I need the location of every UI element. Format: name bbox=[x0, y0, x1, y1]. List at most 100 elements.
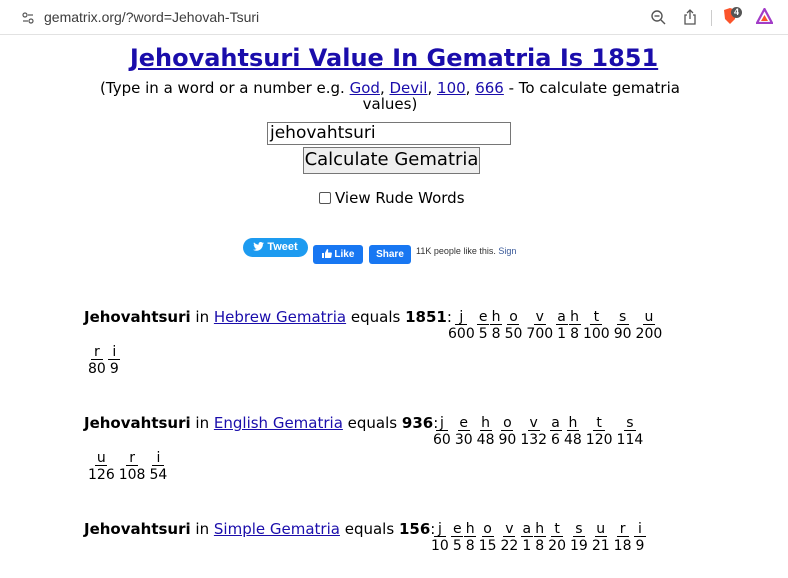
letter: t bbox=[586, 415, 613, 431]
letter: h bbox=[464, 521, 477, 537]
letter-cell: j 10 bbox=[431, 521, 449, 555]
letter-value: 5 bbox=[478, 326, 488, 342]
letter-value-row: j 600 e 5 h 8 o 50 v 700 a 1 h 8 t 100 s 90 u 200 bbox=[448, 309, 666, 343]
result-system-link[interactable]: Hebrew Gematria bbox=[214, 308, 346, 326]
letter-cell: h8 bbox=[490, 309, 503, 343]
subtitle-prefix: (Type in a word or a number e.g. bbox=[100, 79, 350, 97]
letter-value: 8 bbox=[491, 326, 501, 342]
share-icon[interactable] bbox=[683, 9, 697, 30]
letter-value-row: j 60 e 30 h 48 o 90 v 132 a 6 h 48 t 120 s 114 bbox=[433, 415, 647, 449]
letter-cell: o 90 bbox=[498, 415, 516, 449]
page-subtitle: (Type in a word or a number e.g. God, De… bbox=[100, 79, 680, 113]
facebook-like-count: 11K people like this. Sign bbox=[416, 246, 516, 256]
letter-cell: t 100 bbox=[583, 309, 610, 343]
letter-cell: v 700 bbox=[526, 309, 553, 343]
word-input[interactable]: jehovahtsuri bbox=[267, 122, 511, 145]
result-in-text: in bbox=[195, 308, 210, 326]
letter-value: 48 bbox=[476, 432, 495, 448]
rude-words-checkbox[interactable] bbox=[319, 192, 331, 204]
letter: e bbox=[455, 415, 473, 431]
facebook-sign-link[interactable]: Sign bbox=[498, 246, 516, 256]
url-text[interactable]: gematrix.org/?word=Jehovah-Tsuri bbox=[44, 9, 259, 25]
letter-value: 19 bbox=[570, 538, 588, 554]
result-line: Jehovahtsuri in Simple Gematria equals 1… bbox=[84, 520, 435, 538]
result-equals-text: equals bbox=[344, 520, 395, 538]
letter-value: 120 bbox=[585, 432, 613, 448]
letter-cell: h8 bbox=[464, 521, 477, 555]
zoom-icon[interactable] bbox=[650, 9, 666, 30]
letter-value: 30 bbox=[454, 432, 473, 448]
letter-value: 60 bbox=[433, 432, 451, 448]
letter: o bbox=[505, 309, 523, 325]
facebook-cut-text bbox=[416, 258, 536, 262]
letter: j bbox=[431, 521, 449, 537]
letter: a bbox=[520, 521, 533, 537]
letter: i bbox=[633, 521, 646, 537]
rude-words-option[interactable]: View Rude Words bbox=[319, 189, 465, 207]
letter-value: 8 bbox=[465, 538, 475, 554]
letter: u bbox=[636, 309, 663, 325]
letter-cell: s 90 bbox=[614, 309, 632, 343]
letter: v bbox=[526, 309, 553, 325]
letter-cell: h 48 bbox=[477, 415, 495, 449]
letter: h bbox=[490, 309, 503, 325]
example-link-666[interactable]: 666 bbox=[475, 79, 504, 97]
address-bar[interactable]: gematrix.org/?word=Jehovah-Tsuri 4 bbox=[0, 0, 788, 35]
letter-value: 108 bbox=[118, 467, 146, 483]
letter: s bbox=[570, 521, 588, 537]
facebook-like-button[interactable]: Like bbox=[313, 245, 363, 264]
page-title[interactable]: Jehovahtsuri Value In Gematria Is 1851 bbox=[0, 44, 788, 72]
letter-cell: r 80 bbox=[88, 344, 106, 378]
result-word: Jehovahtsuri bbox=[84, 308, 191, 326]
letter-value-row: j 10 e 5 h 8 o 15 v 22 a 1 h 8 t 20 s 19 u 21 r 18 i 9 bbox=[431, 521, 648, 555]
result-total: 936 bbox=[401, 414, 434, 432]
letter: t bbox=[583, 309, 610, 325]
like-label: Like bbox=[334, 249, 355, 260]
letter-value: 114 bbox=[616, 432, 644, 448]
letter-value: 20 bbox=[548, 538, 566, 554]
letter-cell: u 21 bbox=[592, 521, 610, 555]
result-in-text: in bbox=[195, 414, 210, 432]
letter-value: 18 bbox=[613, 538, 632, 554]
letter: u bbox=[88, 450, 115, 466]
letter-value: 10 bbox=[431, 538, 449, 554]
result-line: Jehovahtsuri in Hebrew Gematria equals 1… bbox=[84, 308, 452, 326]
letter-cell: j 600 bbox=[448, 309, 475, 343]
result-in-text: in bbox=[195, 520, 210, 538]
result-system-link[interactable]: English Gematria bbox=[214, 414, 343, 432]
letter: u bbox=[592, 521, 610, 537]
brave-rewards-icon[interactable] bbox=[755, 6, 774, 29]
letter-cell: t 120 bbox=[586, 415, 613, 449]
letter-cell: e5 bbox=[477, 309, 490, 343]
letter: r bbox=[119, 450, 146, 466]
letter-value: 6 bbox=[551, 432, 560, 448]
result-word: Jehovahtsuri bbox=[84, 414, 191, 432]
result-system-link[interactable]: Simple Gematria bbox=[214, 520, 340, 538]
letter-value: 90 bbox=[613, 326, 632, 342]
facebook-share-button[interactable]: Share bbox=[369, 245, 411, 264]
brave-shields-icon[interactable]: 4 bbox=[722, 7, 743, 30]
tweet-button[interactable]: Tweet bbox=[243, 238, 308, 257]
letter: h bbox=[564, 415, 582, 431]
letter-value-row: u 126 r 108 i 54 bbox=[88, 450, 171, 484]
letter-value: 126 bbox=[88, 467, 115, 483]
letter-cell: r 18 bbox=[614, 521, 632, 555]
letter-cell: e 30 bbox=[455, 415, 473, 449]
result-total: 156 bbox=[398, 520, 431, 538]
letter: r bbox=[88, 344, 106, 360]
example-link-100[interactable]: 100 bbox=[437, 79, 466, 97]
letter: h bbox=[568, 309, 581, 325]
letter-cell: j 60 bbox=[433, 415, 451, 449]
result-total: 1851 bbox=[405, 308, 447, 326]
letter-cell: a1 bbox=[520, 521, 533, 555]
letter: e bbox=[451, 521, 464, 537]
letter-value: 90 bbox=[498, 432, 517, 448]
site-settings-icon[interactable] bbox=[22, 11, 34, 29]
letter: h bbox=[477, 415, 495, 431]
letter-cell: a6 bbox=[549, 415, 562, 449]
letter-cell: i9 bbox=[633, 521, 646, 555]
letter-value: 22 bbox=[500, 538, 519, 554]
calculate-button[interactable]: Calculate Gematria bbox=[303, 147, 480, 174]
letter-value: 9 bbox=[635, 538, 645, 554]
letter: r bbox=[614, 521, 632, 537]
